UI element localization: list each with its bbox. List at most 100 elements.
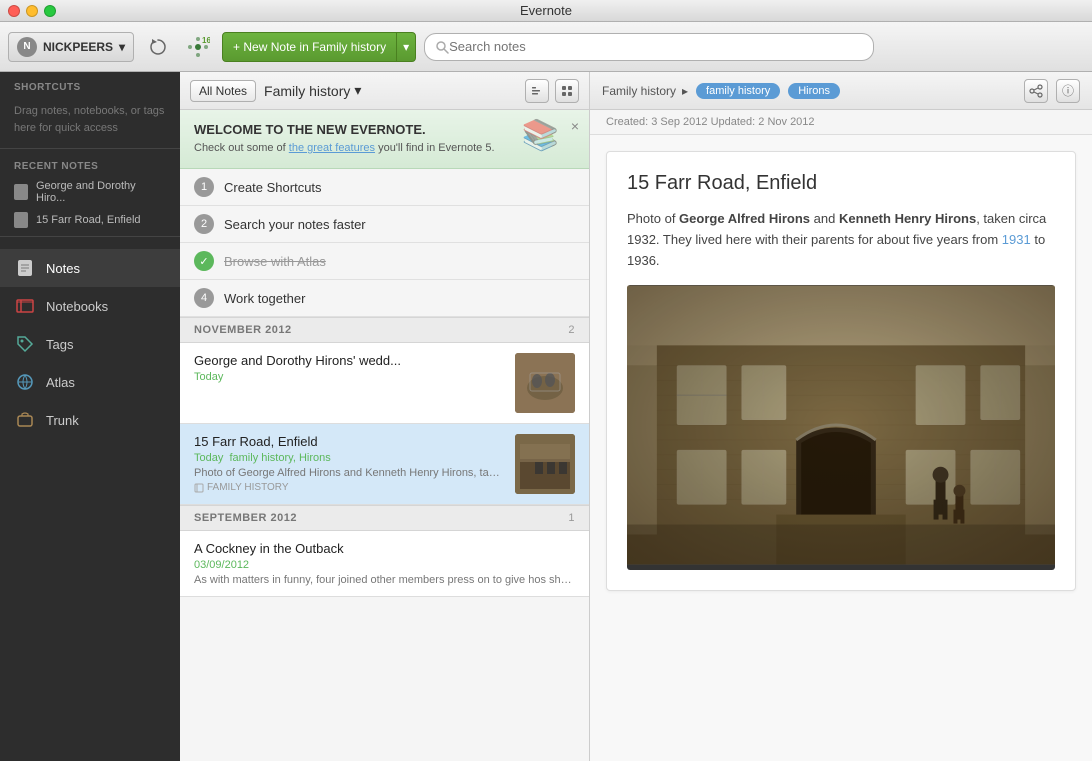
new-note-label[interactable]: + New Note in Family history — [223, 33, 397, 61]
header-actions — [525, 79, 579, 103]
bold-name-1: George Alfred Hirons — [679, 211, 810, 226]
note-notebook-2: FAMILY HISTORY — [194, 482, 505, 493]
notebooks-label: Notebooks — [46, 299, 108, 314]
sidebar-item-tags[interactable]: Tags — [0, 325, 180, 363]
svg-text:16: 16 — [202, 36, 210, 45]
share-icon — [1029, 84, 1043, 98]
sidebar-item-trunk[interactable]: Trunk — [0, 401, 180, 439]
notes-label: Notes — [46, 261, 80, 276]
avatar: N — [17, 37, 37, 57]
note-item-farr-road[interactable]: 15 Farr Road, Enfield Today family histo… — [180, 424, 589, 505]
note-item-george-wedding[interactable]: George and Dorothy Hirons' wedd... Today — [180, 343, 589, 424]
search-input[interactable] — [449, 39, 863, 54]
trunk-icon — [14, 409, 36, 431]
tag-chip-family-history[interactable]: family history — [696, 83, 780, 99]
username-label: NICKPEERS — [43, 40, 113, 54]
step-2-num: 2 — [194, 214, 214, 234]
recent-note-2[interactable]: 15 Farr Road, Enfield — [0, 208, 180, 232]
tools-icon: 16 — [186, 35, 210, 59]
tag-chip-hirons[interactable]: Hirons — [788, 83, 840, 99]
toolbar: N NICKPEERS ▾ 16 + New Note in Family hi… — [0, 22, 1092, 72]
sort-button[interactable] — [525, 79, 549, 103]
year-link-1931[interactable]: 1931 — [1002, 232, 1031, 247]
note-content-card: 15 Farr Road, Enfield Photo of George Al… — [606, 151, 1076, 591]
note-thumb-1 — [515, 353, 575, 413]
note-item-content-1: George and Dorothy Hirons' wedd... Today — [194, 353, 505, 413]
welcome-link[interactable]: the great features — [289, 142, 375, 154]
note-content-body: Photo of George Alfred Hirons and Kennet… — [627, 209, 1055, 271]
note-title-1: George and Dorothy Hirons' wedd... — [194, 353, 505, 368]
note-meta: Created: 3 Sep 2012 Updated: 2 Nov 2012 — [590, 110, 1092, 135]
note-icon-1 — [14, 184, 28, 200]
detail-actions: ⓘ — [1024, 79, 1080, 103]
view-button[interactable] — [555, 79, 579, 103]
note-tags-2: family history, Hirons — [229, 452, 330, 464]
all-notes-button[interactable]: All Notes — [190, 80, 256, 102]
group-count-sep2012: 1 — [568, 512, 575, 524]
sidebar-item-notebooks[interactable]: Notebooks — [0, 287, 180, 325]
view-icon — [561, 85, 573, 97]
sidebar-nav: Notes Notebooks — [0, 249, 180, 439]
notes-icon — [14, 257, 36, 279]
close-button[interactable] — [8, 5, 20, 17]
welcome-banner: WELCOME TO THE NEW EVERNOTE. Check out s… — [180, 110, 589, 169]
breadcrumb-notebook[interactable]: Family history — [602, 84, 676, 98]
checklist-item-1[interactable]: 1 Create Shortcuts — [180, 169, 589, 206]
checklist-item-4[interactable]: 4 Work together — [180, 280, 589, 317]
step-4-num: 4 — [194, 288, 214, 308]
shortcuts-header: SHORTCUTS — [0, 72, 180, 97]
sync-icon — [149, 38, 167, 56]
sync-button[interactable] — [142, 31, 174, 63]
welcome-close-button[interactable]: × — [571, 118, 579, 134]
step-1-num: 1 — [194, 177, 214, 197]
note-detail-header: Family history ▸ family history Hirons ⓘ — [590, 72, 1092, 110]
minimize-button[interactable] — [26, 5, 38, 17]
info-button[interactable]: ⓘ — [1056, 79, 1080, 103]
note-item-content-2: 15 Farr Road, Enfield Today family histo… — [194, 434, 505, 494]
share-button[interactable] — [1024, 79, 1048, 103]
checklist-item-3[interactable]: ✓ Browse with Atlas — [180, 243, 589, 280]
sort-icon — [531, 85, 543, 97]
note-icon-2 — [14, 212, 28, 228]
new-note-button[interactable]: + New Note in Family history ▾ — [222, 32, 416, 62]
recent-header: RECENT NOTES — [0, 153, 180, 176]
new-note-dropdown-icon[interactable]: ▾ — [397, 33, 415, 61]
step-2-label: Search your notes faster — [224, 217, 366, 232]
notebook-selector[interactable]: Family history ▾ — [264, 82, 361, 99]
titlebar: Evernote — [0, 0, 1092, 22]
window-controls[interactable] — [8, 5, 56, 17]
note-thumb-2 — [515, 434, 575, 494]
note-date-3: 03/09/2012 — [194, 559, 575, 571]
notebooks-icon — [14, 295, 36, 317]
note-detail-panel: Family history ▸ family history Hirons ⓘ — [590, 72, 1092, 761]
note-date-1: Today — [194, 371, 505, 383]
welcome-body: Check out some of the great features you… — [194, 141, 575, 156]
recent-note-title-1: George and Dorothy Hiro... — [36, 180, 166, 204]
recent-note-1[interactable]: George and Dorothy Hiro... — [0, 176, 180, 208]
note-date-2: Today family history, Hirons — [194, 452, 505, 464]
sidebar-item-notes[interactable]: Notes — [0, 249, 180, 287]
atlas-icon — [14, 371, 36, 393]
note-content-title: 15 Farr Road, Enfield — [627, 172, 1055, 195]
checklist-item-2[interactable]: 2 Search your notes faster — [180, 206, 589, 243]
note-item-cockney[interactable]: A Cockney in the Outback 03/09/2012 As w… — [180, 531, 589, 597]
group-header-sep2012: SEPTEMBER 2012 1 — [180, 505, 589, 531]
user-menu[interactable]: N NICKPEERS ▾ — [8, 32, 134, 62]
group-label-nov2012: NOVEMBER 2012 — [194, 324, 292, 336]
group-label-sep2012: SEPTEMBER 2012 — [194, 512, 297, 524]
note-preview-2: Photo of George Alfred Hirons and Kennet… — [194, 467, 505, 479]
maximize-button[interactable] — [44, 5, 56, 17]
recent-note-title-2: 15 Farr Road, Enfield — [36, 214, 141, 226]
note-list-panel: All Notes Family history ▾ — [180, 72, 590, 761]
divider-1 — [0, 148, 180, 149]
tools-button[interactable]: 16 — [182, 31, 214, 63]
step-1-label: Create Shortcuts — [224, 180, 322, 195]
tags-label: Tags — [46, 337, 73, 352]
sidebar-item-atlas[interactable]: Atlas — [0, 363, 180, 401]
atlas-label: Atlas — [46, 375, 75, 390]
group-header-nov2012: NOVEMBER 2012 2 — [180, 317, 589, 343]
search-bar[interactable] — [424, 33, 874, 61]
breadcrumb-arrow: ▸ — [682, 84, 688, 98]
user-dropdown-icon: ▾ — [119, 40, 125, 54]
step-3-label: Browse with Atlas — [224, 254, 326, 269]
